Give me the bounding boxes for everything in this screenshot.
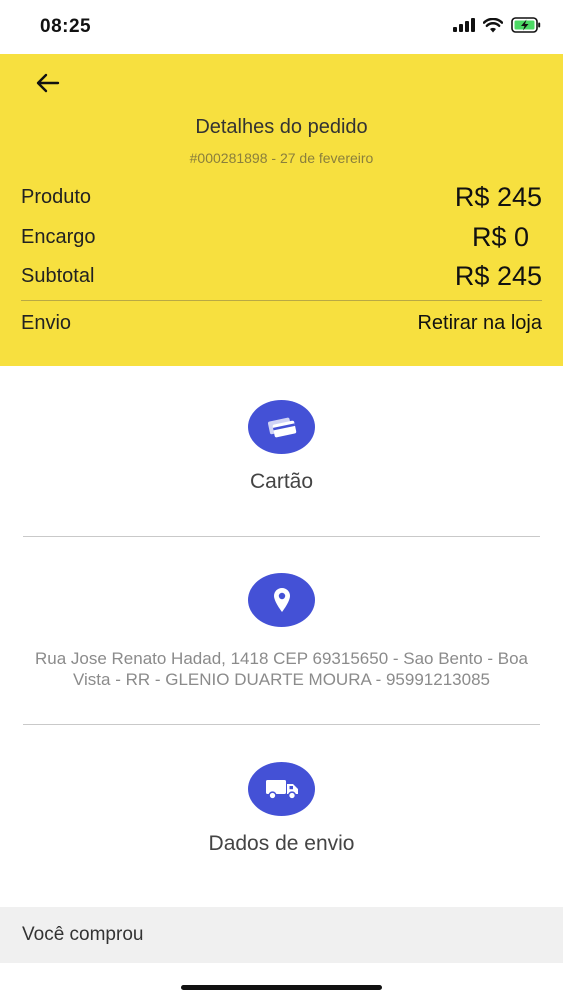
summary-value: Retirar na loja: [417, 312, 542, 334]
summary-value: R$ 245: [454, 182, 542, 212]
truck-icon: [265, 780, 298, 800]
summary-row-encargo: Encargo R$ 0: [21, 222, 542, 253]
shipping-data-label: Dados de envio: [208, 832, 355, 855]
location-pin-icon: [273, 588, 290, 612]
address-icon-circle: [248, 573, 315, 627]
summary-label: Envio: [21, 312, 72, 334]
shipping-data-section[interactable]: Dados de envio: [0, 762, 563, 856]
battery-charging-icon: [511, 17, 541, 33]
summary-row-envio: Envio Retirar na loja: [21, 312, 542, 335]
status-icons: [453, 17, 541, 33]
summary-label: Produto: [21, 186, 92, 208]
credit-card-icon: [267, 417, 296, 438]
order-number-date: #000281898 - 27 de fevereiro: [189, 150, 374, 166]
divider: [21, 300, 542, 301]
payment-method-label: Cartão: [249, 470, 314, 493]
status-time: 08:25: [40, 16, 92, 37]
wifi-icon: [483, 17, 503, 32]
address-section: Rua Jose Renato Hadad, 1418 CEP 69315650…: [0, 573, 563, 690]
back-button[interactable]: [30, 68, 66, 98]
purchased-items-label: Você comprou: [22, 924, 144, 945]
arrow-left-icon: [36, 73, 60, 93]
cellular-signal-icon: [453, 18, 475, 32]
divider: [23, 536, 540, 537]
order-summary-header: Detalhes do pedido #000281898 - 27 de fe…: [0, 54, 563, 366]
divider: [23, 724, 540, 725]
summary-row-subtotal: Subtotal R$ 245: [21, 261, 542, 292]
page-title: Detalhes do pedido: [195, 116, 368, 138]
shipping-icon-circle: [248, 762, 315, 816]
payment-method-section[interactable]: Cartão: [0, 400, 563, 494]
summary-value: R$ 245: [454, 261, 542, 291]
summary-label: Subtotal: [21, 265, 95, 287]
summary-row-produto: Produto R$ 245: [21, 182, 542, 213]
summary-label: Encargo: [21, 226, 96, 248]
summary-value: R$ 0: [471, 222, 529, 252]
delivery-address: Rua Jose Renato Hadad, 1418 CEP 69315650…: [34, 649, 529, 689]
payment-icon-circle: [248, 400, 315, 454]
purchased-items-header[interactable]: Você comprou: [0, 907, 563, 963]
status-bar: 08:25: [0, 0, 563, 54]
home-indicator[interactable]: [181, 985, 382, 990]
